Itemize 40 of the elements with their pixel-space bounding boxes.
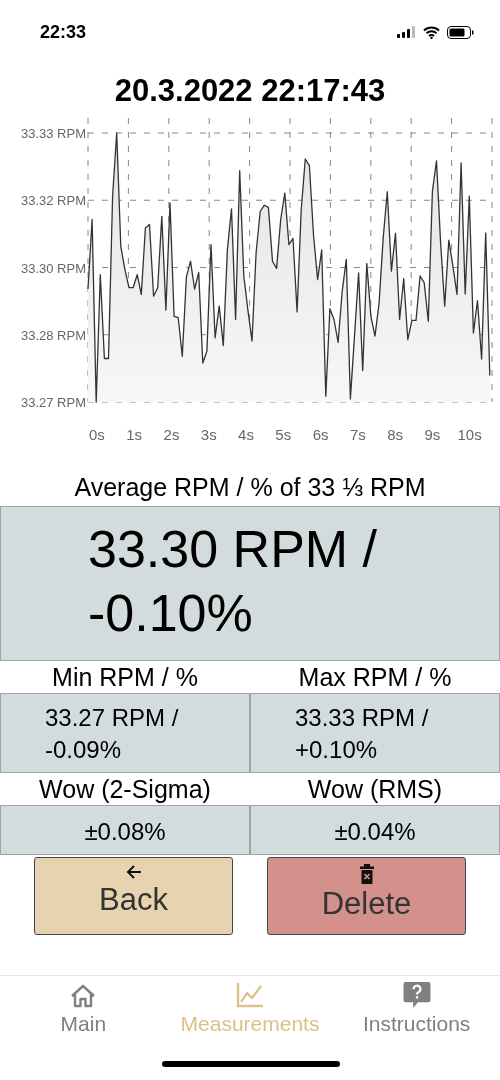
home-icon xyxy=(70,984,97,1008)
x-axis-label: 8s xyxy=(387,426,403,443)
x-axis-label: 3s xyxy=(200,426,217,443)
stat-value: 33.33 RPM / +0.10% xyxy=(295,703,430,765)
y-axis-label: 33.28 RPM xyxy=(20,327,86,343)
x-axis-label: 7s xyxy=(349,426,366,443)
stat-label: Wow (RMS) xyxy=(306,774,444,805)
back-button[interactable]: Back xyxy=(34,857,233,935)
stat-value: ±0.08% xyxy=(84,817,166,847)
x-axis-label: 6s xyxy=(312,426,329,443)
delete-button[interactable]: Delete xyxy=(267,857,466,935)
stat-label: Min RPM / % xyxy=(51,662,199,693)
line-chart-icon xyxy=(236,982,264,1008)
y-axis-label: 33.27 RPM xyxy=(20,395,86,410)
y-axis-label: 33.30 RPM xyxy=(20,260,86,276)
y-axis-label: 33.32 RPM xyxy=(20,193,86,209)
battery-icon xyxy=(447,25,474,39)
x-axis-label: 10s xyxy=(457,426,482,443)
average-value: 33.30 RPM / -0.10% xyxy=(88,519,379,644)
x-axis-label: 4s xyxy=(238,426,254,443)
stat-value: 33.27 RPM / -0.09% xyxy=(45,703,180,765)
help-bubble-icon xyxy=(402,982,431,1008)
average-label: Average RPM / % of 33 ⅓ RPM xyxy=(73,472,427,503)
x-axis-label: 9s xyxy=(424,426,441,443)
status-time: 22:33 xyxy=(40,21,87,43)
measurement-date-title: 20.3.2022 22:17:43 xyxy=(114,73,386,109)
arrow-left-icon xyxy=(124,864,143,880)
stat-label: Max RPM / % xyxy=(297,662,453,693)
stat-label: Wow (2-Sigma) xyxy=(38,774,212,805)
y-axis-label: 33.33 RPM xyxy=(20,126,86,141)
trash-icon xyxy=(359,864,374,884)
tab[interactable]: Instructions xyxy=(336,982,497,1036)
x-axis-label: 5s xyxy=(275,426,292,443)
x-axis-label: 1s xyxy=(126,426,143,443)
tab[interactable]: Main xyxy=(3,982,164,1036)
wifi-icon xyxy=(423,25,440,39)
x-axis-label: 0s xyxy=(89,426,105,443)
signal-icon xyxy=(397,26,416,38)
x-axis-label: 2s xyxy=(163,426,180,443)
stat-value: ±0.04% xyxy=(334,817,416,847)
